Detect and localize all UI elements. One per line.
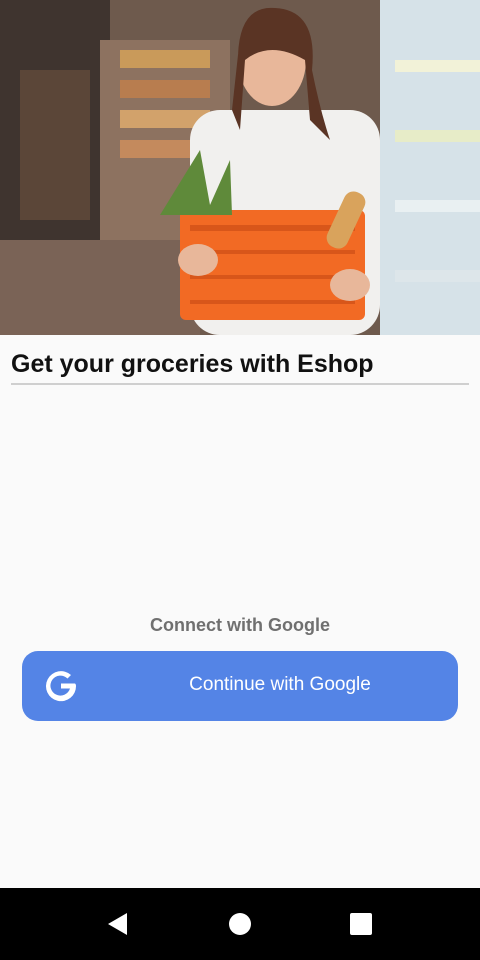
grocery-shopper-photo bbox=[0, 0, 480, 335]
continue-with-google-button[interactable]: Continue with Google bbox=[22, 651, 458, 721]
home-circle-icon[interactable] bbox=[227, 911, 253, 937]
hero-image bbox=[0, 0, 480, 335]
google-g-icon bbox=[42, 667, 80, 705]
page-title: Get your groceries with Eshop bbox=[11, 350, 469, 385]
connect-label: Connect with Google bbox=[150, 615, 330, 635]
system-navigation-bar bbox=[0, 888, 480, 960]
back-triangle-icon[interactable] bbox=[105, 911, 131, 937]
recents-square-icon[interactable] bbox=[348, 911, 374, 937]
continue-with-google-label: Continue with Google bbox=[189, 674, 371, 695]
